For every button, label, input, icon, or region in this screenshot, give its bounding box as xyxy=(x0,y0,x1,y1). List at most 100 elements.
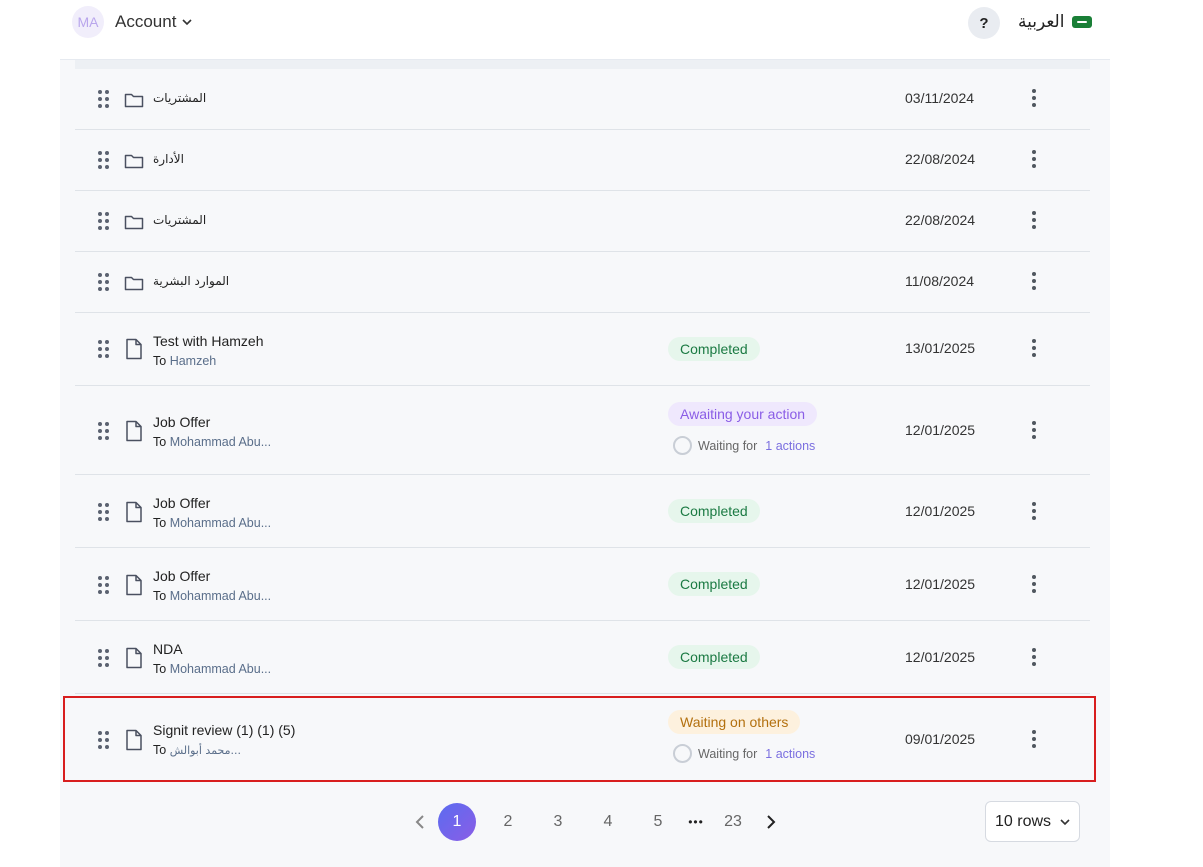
prev-page-button[interactable] xyxy=(402,803,440,841)
document-name[interactable]: Signit review (1) (1) (5) xyxy=(153,722,295,738)
document-icon xyxy=(126,338,142,360)
row-date: 13/01/2025 xyxy=(905,340,976,356)
more-options-icon[interactable] xyxy=(1030,575,1038,593)
saudi-flag-icon xyxy=(1072,16,1093,28)
row-date: 12/01/2025 xyxy=(905,576,976,592)
row-date: 12/01/2025 xyxy=(905,422,976,438)
row-date: 22/08/2024 xyxy=(905,151,976,167)
folder-icon xyxy=(124,215,144,230)
more-options-icon[interactable] xyxy=(1030,339,1038,357)
drag-handle-icon[interactable] xyxy=(98,273,110,291)
table-row[interactable]: الموارد البشرية 11/08/2024 xyxy=(75,252,1090,313)
folder-name[interactable]: الأدارة xyxy=(153,152,184,166)
document-icon xyxy=(126,729,142,751)
document-icon xyxy=(126,501,142,523)
pagination-ellipsis: ••• xyxy=(688,815,704,829)
status-badge: Completed xyxy=(668,337,760,361)
recipient-line: To Mohammad Abu... xyxy=(153,662,271,676)
table-row[interactable]: المشتريات 03/11/2024 xyxy=(75,69,1090,130)
document-name[interactable]: NDA xyxy=(153,641,271,657)
actions-link[interactable]: 1 actions xyxy=(765,439,815,453)
document-name[interactable]: Test with Hamzeh xyxy=(153,333,263,349)
drag-handle-icon[interactable] xyxy=(98,151,110,169)
more-options-icon[interactable] xyxy=(1030,502,1038,520)
status-badge: Completed xyxy=(668,572,760,596)
to-label: To xyxy=(153,435,167,449)
folder-icon xyxy=(124,154,144,169)
waiting-status: Waiting for 1 actions xyxy=(673,436,815,455)
recipient-name: Mohammad Abu... xyxy=(169,662,272,676)
document-icon xyxy=(126,420,142,442)
to-label: To xyxy=(153,354,167,368)
drag-handle-icon[interactable] xyxy=(98,90,110,108)
page-button-last[interactable]: 23 xyxy=(714,803,752,841)
table-row[interactable]: NDA To Mohammad Abu... Completed 12/01/2… xyxy=(75,621,1090,694)
more-options-icon[interactable] xyxy=(1030,730,1038,748)
page-button-2[interactable]: 2 xyxy=(489,803,527,841)
row-date: 22/08/2024 xyxy=(905,212,976,228)
waiting-status: Waiting for 1 actions xyxy=(673,744,815,763)
to-label: To xyxy=(153,662,167,676)
table-row[interactable]: Job Offer To Mohammad Abu... Completed 1… xyxy=(75,475,1090,548)
next-page-button[interactable] xyxy=(751,803,789,841)
recipient-line: To Mohammad Abu... xyxy=(153,435,271,449)
to-label: To xyxy=(153,589,167,603)
folder-icon xyxy=(124,276,144,291)
recipient-line: To Mohammad Abu... xyxy=(153,516,271,530)
drag-handle-icon[interactable] xyxy=(98,576,110,594)
page-button-4[interactable]: 4 xyxy=(589,803,627,841)
recipient-name: محمد أبوالش... xyxy=(169,744,242,757)
avatar[interactable]: MA xyxy=(72,6,104,38)
progress-ring-icon xyxy=(673,744,692,763)
row-date: 09/01/2025 xyxy=(905,731,976,747)
recipient-name: Mohammad Abu... xyxy=(169,516,272,530)
more-options-icon[interactable] xyxy=(1030,272,1038,290)
drag-handle-icon[interactable] xyxy=(98,649,110,667)
recipient-name: Mohammad Abu... xyxy=(169,589,272,603)
page-button-3[interactable]: 3 xyxy=(539,803,577,841)
chevron-down-icon xyxy=(1060,818,1070,825)
more-options-icon[interactable] xyxy=(1030,89,1038,107)
help-button[interactable]: ? xyxy=(968,7,1000,39)
table-row[interactable]: Signit review (1) (1) (5) To محمد أبوالش… xyxy=(75,694,1090,783)
folder-name[interactable]: المشتريات xyxy=(153,213,206,227)
top-bar: MA Account ? العربية xyxy=(60,0,1110,60)
recipient-name: Hamzeh xyxy=(169,354,217,368)
table-row[interactable]: Job Offer To Mohammad Abu... Completed 1… xyxy=(75,548,1090,621)
more-options-icon[interactable] xyxy=(1030,648,1038,666)
more-options-icon[interactable] xyxy=(1030,211,1038,229)
more-options-icon[interactable] xyxy=(1030,150,1038,168)
table-row[interactable]: Test with Hamzeh To Hamzeh Completed 13/… xyxy=(75,313,1090,386)
status-badge: Waiting on others xyxy=(668,710,801,734)
page-button-1[interactable]: 1 xyxy=(438,803,476,841)
waiting-for-label: Waiting for xyxy=(698,746,758,761)
progress-ring-icon xyxy=(673,436,692,455)
drag-handle-icon[interactable] xyxy=(98,340,110,358)
table-header-strip xyxy=(75,60,1090,69)
to-label: To xyxy=(153,516,167,530)
document-name[interactable]: Job Offer xyxy=(153,568,271,584)
document-name[interactable]: Job Offer xyxy=(153,495,271,511)
folder-name[interactable]: الموارد البشرية xyxy=(153,274,229,288)
more-options-icon[interactable] xyxy=(1030,421,1038,439)
table-row[interactable]: الأدارة 22/08/2024 xyxy=(75,130,1090,191)
recipient-line: To محمد أبوالش... xyxy=(153,743,295,757)
rows-per-page-select[interactable]: 10 rows xyxy=(985,801,1080,842)
language-switch[interactable]: العربية xyxy=(1018,12,1093,32)
chevron-down-icon xyxy=(182,19,193,26)
account-label: Account xyxy=(115,12,177,31)
table-row[interactable]: Job Offer To Mohammad Abu... Awaiting yo… xyxy=(75,386,1090,475)
drag-handle-icon[interactable] xyxy=(98,731,110,749)
to-label: To xyxy=(153,743,167,757)
drag-handle-icon[interactable] xyxy=(98,212,110,230)
table-row[interactable]: المشتريات 22/08/2024 xyxy=(75,191,1090,252)
status-badge: Completed xyxy=(668,645,760,669)
page-button-5[interactable]: 5 xyxy=(639,803,677,841)
document-name[interactable]: Job Offer xyxy=(153,414,271,430)
status-badge: Awaiting your action xyxy=(668,402,818,426)
drag-handle-icon[interactable] xyxy=(98,422,110,440)
account-menu[interactable]: Account xyxy=(115,12,194,32)
actions-link[interactable]: 1 actions xyxy=(765,747,815,761)
drag-handle-icon[interactable] xyxy=(98,503,110,521)
folder-name[interactable]: المشتريات xyxy=(153,91,206,105)
